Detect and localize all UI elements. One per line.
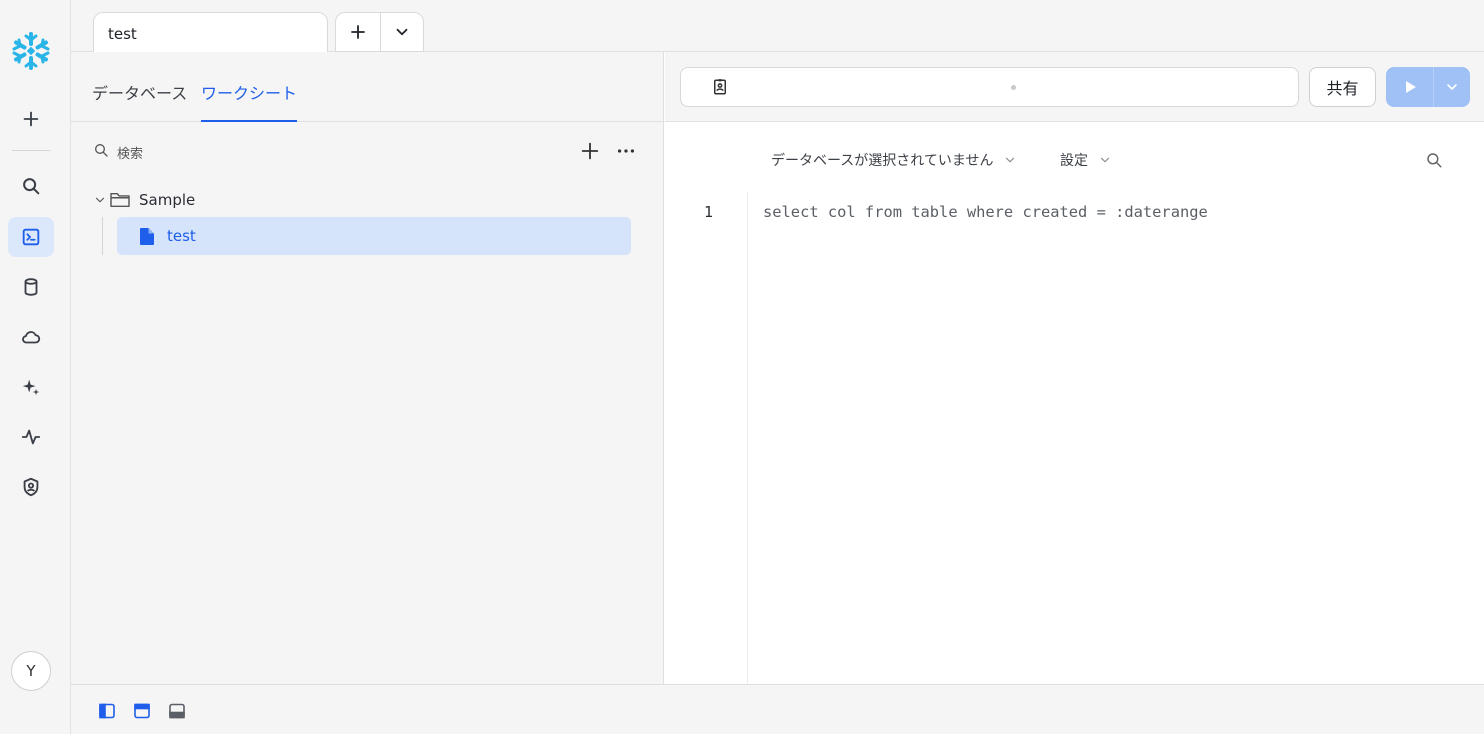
add-worksheet-icon[interactable]	[579, 140, 601, 162]
code-line[interactable]: select col from table where created = :d…	[763, 203, 1208, 221]
ai-ml-icon[interactable]	[8, 367, 54, 407]
folder-icon	[110, 192, 130, 208]
chevron-down-icon	[1006, 157, 1015, 163]
toggle-sidebar-icon[interactable]	[98, 702, 116, 720]
run-button-group	[1386, 67, 1470, 107]
worksheet-tab-strip: test	[71, 0, 1484, 53]
tree-item-label: test	[167, 227, 196, 245]
object-explorer-pane: データベース ワークシート 検索 Sample test	[71, 52, 664, 684]
run-options-button[interactable]	[1433, 67, 1470, 107]
data-icon[interactable]	[8, 267, 54, 307]
line-number-gutter: 1	[665, 192, 748, 684]
line-number: 1	[704, 203, 714, 221]
database-selector-label: データベースが選択されていません	[771, 153, 994, 169]
monitoring-icon[interactable]	[8, 417, 54, 457]
share-button[interactable]: 共有	[1309, 67, 1376, 107]
worksheet-tab-label: test	[108, 25, 137, 43]
tree-item-worksheet[interactable]: test	[117, 217, 631, 255]
run-button[interactable]	[1386, 67, 1433, 107]
chevron-down-icon	[1447, 84, 1457, 90]
tab-menu-button[interactable]	[379, 13, 424, 51]
editor-header: データベースが選択されていません 設定	[665, 122, 1484, 192]
new-tab-button[interactable]	[336, 13, 380, 51]
folder-label: Sample	[139, 191, 196, 209]
tree-folder-sample[interactable]: Sample	[93, 189, 195, 211]
explorer-search-input[interactable]: 検索	[117, 143, 143, 162]
search-icon[interactable]	[8, 166, 54, 206]
projects-icon[interactable]	[8, 217, 54, 257]
admin-shield-icon[interactable]	[8, 467, 54, 507]
toggle-editor-icon[interactable]	[133, 702, 151, 720]
settings-dropdown[interactable]: 設定	[1060, 150, 1112, 170]
worksheet-file-icon	[140, 227, 154, 245]
chevron-down-icon[interactable]	[93, 193, 107, 207]
toggle-results-icon[interactable]	[168, 702, 186, 720]
tab-actions	[335, 12, 424, 52]
explorer-search-row: 検索	[93, 142, 643, 162]
worksheet-tab[interactable]: test	[93, 12, 328, 53]
role-badge-icon	[714, 79, 726, 95]
search-icon[interactable]	[93, 142, 109, 158]
settings-label: 設定	[1060, 153, 1088, 169]
rail-divider	[12, 150, 50, 151]
more-options-icon[interactable]	[615, 140, 637, 162]
chevron-down-icon	[396, 28, 408, 36]
context-selector[interactable]	[680, 67, 1299, 107]
explorer-tabs: データベース ワークシート	[71, 52, 664, 122]
layout-bottom-bar	[71, 684, 1484, 734]
chevron-down-icon	[1100, 157, 1110, 163]
data-products-icon[interactable]	[8, 317, 54, 357]
play-icon	[1405, 81, 1416, 93]
avatar-initial: Y	[26, 662, 36, 680]
worksheet-toolbar: 共有	[665, 52, 1484, 122]
navigation-rail: Y	[0, 0, 71, 734]
context-separator-dot	[1011, 85, 1016, 90]
plus-icon	[350, 25, 365, 39]
tab-worksheets[interactable]: ワークシート	[201, 80, 298, 122]
user-avatar[interactable]: Y	[11, 651, 51, 691]
find-in-editor-icon[interactable]	[1425, 151, 1443, 169]
tree-guide-line	[102, 217, 103, 255]
tab-databases[interactable]: データベース	[92, 80, 187, 122]
database-selector[interactable]: データベースが選択されていません	[771, 150, 1017, 170]
snowflake-logo-icon[interactable]	[10, 30, 52, 72]
create-icon[interactable]	[8, 99, 54, 139]
